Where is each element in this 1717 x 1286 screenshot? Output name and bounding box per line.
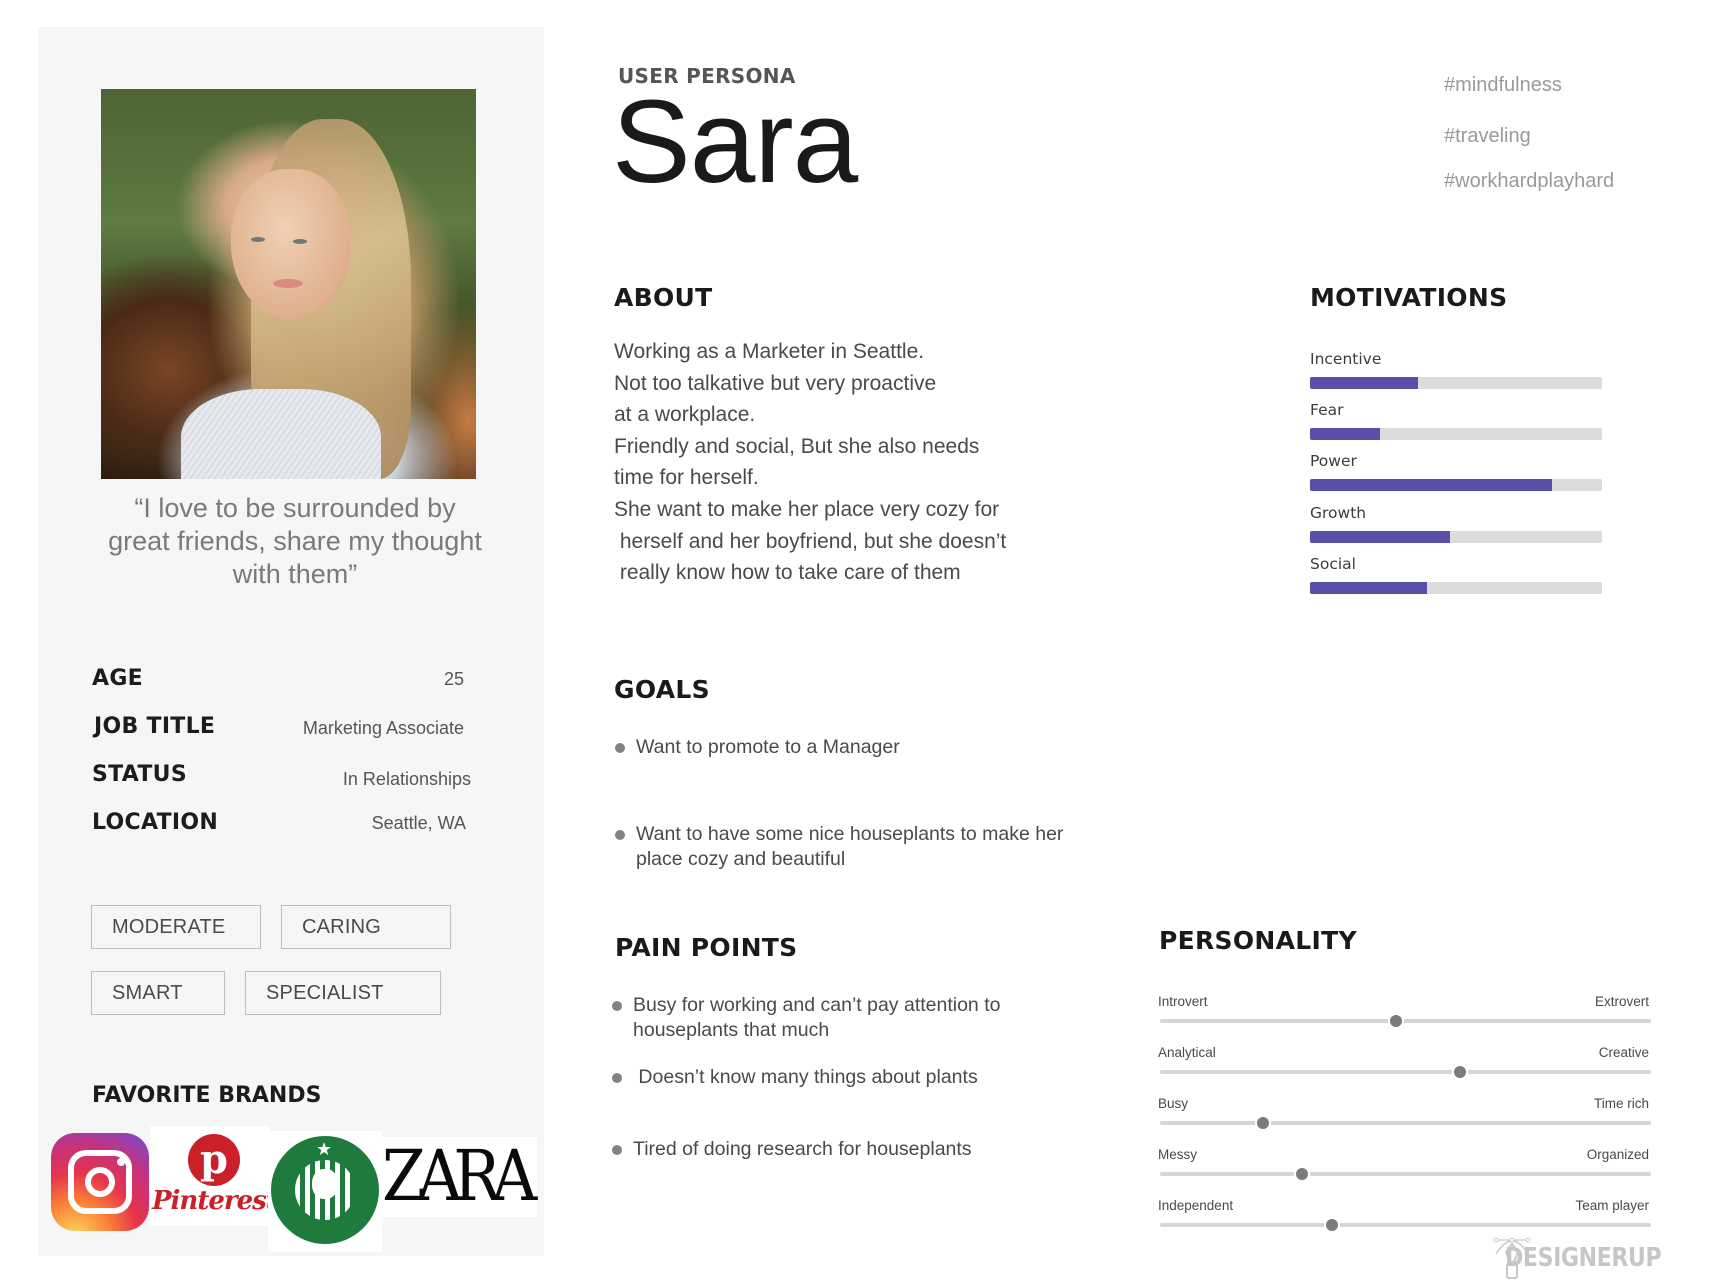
trait-tag: MODERATE <box>91 905 261 949</box>
about-line: herself and her boyfriend, but she doesn… <box>614 529 1007 553</box>
motivation-bar-fill <box>1310 377 1419 389</box>
about-line: Not too talkative but very proactive <box>614 371 937 395</box>
photo-face <box>231 169 351 319</box>
instagram-logo <box>51 1133 149 1231</box>
motivation-bar <box>1310 479 1602 492</box>
motivation-bar <box>1310 377 1602 389</box>
personality-slider-track <box>1160 1172 1651 1176</box>
bullet-icon <box>615 830 625 840</box>
goal-item: place cozy and beautiful <box>636 848 846 870</box>
trait-tag: SPECIALIST <box>245 971 441 1015</box>
bullet-icon <box>615 743 625 753</box>
favorite-brands-title: FAVORITE BRANDS <box>92 1083 322 1108</box>
pinterest-icon: p <box>188 1134 240 1186</box>
age-value: 25 <box>443 669 464 689</box>
trait-tag: SMART <box>91 971 225 1015</box>
personality-slider-knob <box>1255 1115 1272 1131</box>
pain-point-item: Busy for working and can’t pay attention… <box>633 994 1001 1016</box>
photo-shirt <box>181 389 381 479</box>
personality-left-label: Analytical <box>1158 1045 1216 1060</box>
goal-item: Want to promote to a Manager <box>636 736 900 758</box>
pain-points-title: PAIN POINTS <box>615 933 798 962</box>
goals-title: GOALS <box>614 675 710 704</box>
about-line: She want to make her place very cozy for <box>614 498 1000 521</box>
about-title: ABOUT <box>614 283 713 312</box>
job-title-value: Marketing Associate <box>302 718 464 738</box>
motivation-label: Power <box>1310 452 1357 471</box>
zara-logo: ZARA <box>382 1137 537 1217</box>
personality-slider-knob <box>1294 1166 1311 1182</box>
personality-slider-track <box>1160 1070 1651 1074</box>
designerup-logo: DESIGNERUP <box>1505 1243 1662 1273</box>
motivation-label: Social <box>1310 554 1356 573</box>
instagram-lens <box>85 1167 115 1197</box>
status-label: STATUS <box>92 762 187 787</box>
zara-wordmark: ZARA <box>382 1135 537 1217</box>
trait-tag: CARING <box>281 905 451 949</box>
persona-photo <box>101 89 476 479</box>
starbucks-logo: ★ <box>268 1131 382 1252</box>
pain-point-item: Doesn’t know many things about plants <box>633 1066 978 1088</box>
personality-slider-track <box>1160 1121 1651 1125</box>
motivation-label: Growth <box>1310 503 1367 522</box>
goal-item: Want to have some nice houseplants to ma… <box>636 823 1064 845</box>
about-line: really know how to take care of them <box>614 561 961 585</box>
motivation-label: Fear <box>1310 401 1344 420</box>
motivations-title: MOTIVATIONS <box>1310 283 1508 312</box>
location-value: Seattle, WA <box>371 813 466 833</box>
about-line: at a workplace. <box>614 403 756 427</box>
personality-left-label: Busy <box>1158 1096 1189 1111</box>
personality-left-label: Messy <box>1158 1147 1198 1162</box>
personality-right-label: Organized <box>1586 1147 1649 1162</box>
pain-point-item: Tired of doing research for houseplants <box>633 1138 972 1160</box>
personality-right-label: Creative <box>1598 1045 1649 1060</box>
personality-slider-knob <box>1387 1013 1404 1029</box>
about-line: Working as a Marketer in Seattle. <box>614 340 925 363</box>
hashtag: #mindfulness <box>1444 74 1562 96</box>
persona-quote: “I love to be surrounded by great friend… <box>108 493 482 589</box>
personality-right-label: Extrovert <box>1594 994 1649 1009</box>
motivation-bar-fill <box>1310 479 1553 492</box>
job-title-label: JOB TITLE <box>94 714 216 739</box>
motivation-bar <box>1310 428 1602 441</box>
hashtag: #traveling <box>1444 125 1531 147</box>
personality-slider-knob <box>1323 1217 1340 1233</box>
motivation-bar-fill <box>1310 581 1427 594</box>
photo-eye <box>293 239 307 244</box>
motivation-label: Incentive <box>1310 350 1382 368</box>
personality-title: PERSONALITY <box>1159 926 1357 955</box>
starbucks-face <box>312 1169 338 1199</box>
personality-right-label: Team player <box>1575 1198 1649 1213</box>
about-line: time for herself. <box>614 466 759 490</box>
hashtag: #workhardplayhard <box>1444 170 1615 192</box>
photo-eye <box>251 237 265 242</box>
personality-left-label: Independent <box>1158 1198 1234 1213</box>
location-label: LOCATION <box>92 810 219 835</box>
motivation-bar <box>1310 581 1602 594</box>
bullet-icon <box>612 1145 622 1155</box>
instagram-dot <box>117 1158 125 1166</box>
personality-right-label: Time rich <box>1593 1096 1649 1111</box>
pinterest-logo: p Pinterest <box>150 1126 278 1226</box>
starbucks-star-icon: ★ <box>316 1139 333 1159</box>
pain-point-item: houseplants that much <box>633 1019 830 1041</box>
age-label: AGE <box>92 666 144 691</box>
motivation-bar <box>1310 530 1602 543</box>
pinterest-wordmark: Pinterest <box>152 1186 278 1216</box>
persona-name: Sara <box>612 76 858 208</box>
personality-slider-track <box>1160 1223 1651 1227</box>
personality-left-label: Introvert <box>1158 994 1208 1009</box>
about-line: Friendly and social, But she also needs <box>614 434 980 458</box>
motivation-bar-fill <box>1310 530 1451 543</box>
motivation-bar-fill <box>1310 428 1381 441</box>
status-value: In Relationships <box>342 769 471 789</box>
photo-lips <box>273 279 303 288</box>
bullet-icon <box>612 1073 622 1083</box>
personality-slider-track <box>1160 1019 1651 1023</box>
personality-slider-knob <box>1451 1064 1468 1080</box>
bullet-icon <box>612 1001 622 1011</box>
